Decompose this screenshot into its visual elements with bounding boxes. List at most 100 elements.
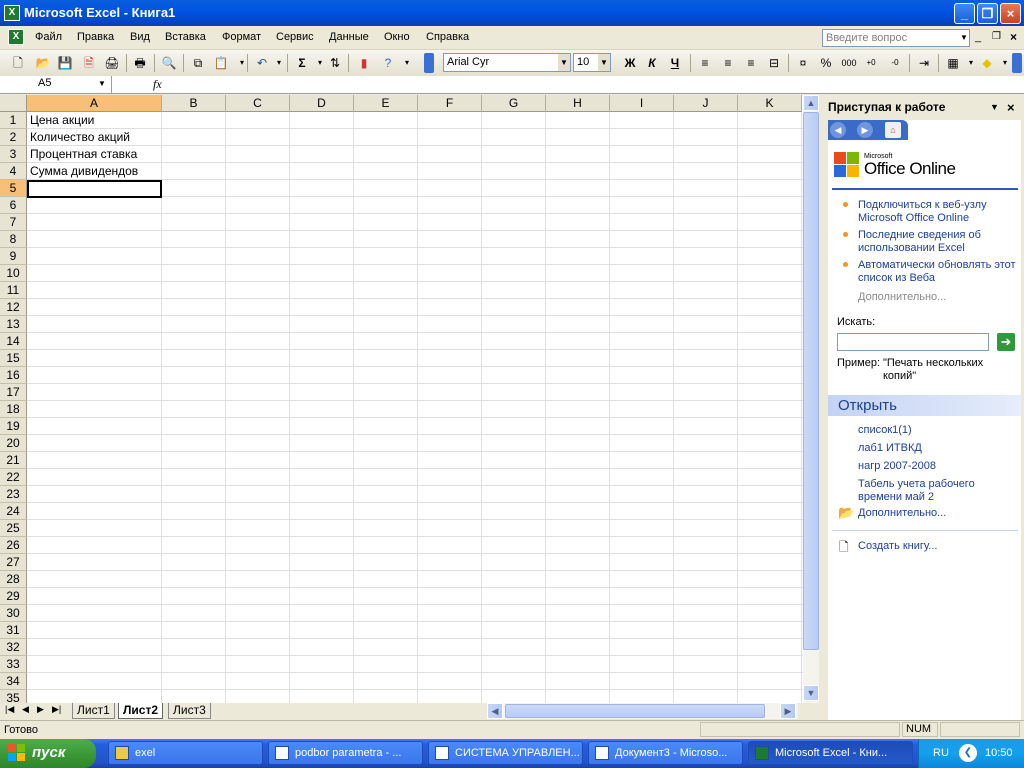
link-latest-news[interactable]: Последние сведения об использовании Exce… xyxy=(858,229,1018,255)
menu-tools[interactable]: Сервис xyxy=(276,31,314,43)
row-header-33[interactable]: 33 xyxy=(0,656,27,673)
menu-view[interactable]: Вид xyxy=(130,31,150,43)
indent-icon[interactable]: ⇥ xyxy=(915,54,933,72)
doc-close-button[interactable]: × xyxy=(1010,30,1017,44)
cell-a3[interactable]: Процентная ставка xyxy=(30,146,137,163)
name-box[interactable]: A5 xyxy=(0,76,112,93)
toolbar-options-icon[interactable] xyxy=(424,53,434,73)
open-more-link[interactable]: Дополнительно... xyxy=(858,507,946,520)
row-header-9[interactable]: 9 xyxy=(0,248,27,265)
row-header-17[interactable]: 17 xyxy=(0,384,27,401)
last-sheet-icon[interactable]: ▶| xyxy=(52,704,61,715)
chevron-down-icon[interactable]: ▼ xyxy=(990,102,999,112)
new-icon[interactable]: 🗋 xyxy=(9,54,27,72)
currency-icon[interactable]: ¤ xyxy=(794,54,812,72)
start-button[interactable]: пуск xyxy=(0,739,96,768)
row-header-23[interactable]: 23 xyxy=(0,486,27,503)
chevron-down-icon[interactable]: ▼ xyxy=(558,54,570,71)
column-header-h[interactable]: H xyxy=(546,95,610,112)
search-go-button[interactable]: ➜ xyxy=(997,333,1015,351)
column-header-a[interactable]: A xyxy=(27,95,162,112)
restore-button[interactable]: ❐ xyxy=(977,3,998,24)
thousands-button[interactable]: 000 xyxy=(838,54,860,72)
chevron-down-icon[interactable]: ▼ xyxy=(98,79,106,88)
close-button[interactable]: × xyxy=(1000,3,1021,24)
column-header-g[interactable]: G xyxy=(482,95,546,112)
select-all-corner[interactable] xyxy=(0,95,27,112)
sort-icon[interactable]: ⇅ xyxy=(326,54,344,72)
chevron-down-icon[interactable]: ▼ xyxy=(598,54,610,71)
scroll-left-icon[interactable]: ◀ xyxy=(487,703,503,719)
menu-window[interactable]: Окно xyxy=(384,31,410,43)
sheet-tab-1[interactable]: Лист1 xyxy=(72,703,115,719)
row-header-8[interactable]: 8 xyxy=(0,231,27,248)
row-header-24[interactable]: 24 xyxy=(0,503,27,520)
row-header-12[interactable]: 12 xyxy=(0,299,27,316)
menu-file[interactable]: Файл xyxy=(35,31,62,43)
insert-function-icon[interactable]: fx xyxy=(153,77,167,93)
cell-a4[interactable]: Сумма дивидендов xyxy=(30,163,138,180)
row-header-19[interactable]: 19 xyxy=(0,418,27,435)
column-header-k[interactable]: K xyxy=(738,95,802,112)
italic-button[interactable]: К xyxy=(643,54,661,72)
row-header-6[interactable]: 6 xyxy=(0,197,27,214)
menu-insert[interactable]: Вставка xyxy=(165,31,206,43)
search-input[interactable] xyxy=(837,333,989,351)
row-header-22[interactable]: 22 xyxy=(0,469,27,486)
row-header-3[interactable]: 3 xyxy=(0,146,27,163)
row-header-26[interactable]: 26 xyxy=(0,537,27,554)
menu-data[interactable]: Данные xyxy=(329,31,369,43)
row-header-30[interactable]: 30 xyxy=(0,605,27,622)
column-header-f[interactable]: F xyxy=(418,95,482,112)
row-header-34[interactable]: 34 xyxy=(0,673,27,690)
chart-wizard-icon[interactable]: ▮ xyxy=(355,54,373,72)
task-excel[interactable]: Microsoft Excel - Кни... xyxy=(748,741,913,765)
row-header-5[interactable]: 5 xyxy=(0,180,27,197)
worksheet-grid[interactable]: A B C D E F G H I J K 1 2 3 4 5 6 7 8 9 10 11 12 13 14 15 16 17 18 19… xyxy=(0,95,803,703)
bold-button[interactable]: Ж xyxy=(621,54,639,72)
recent-file-4[interactable]: Табель учета рабочего времени май 2 xyxy=(858,478,1008,504)
autosum-button[interactable]: Σ xyxy=(293,54,311,72)
row-header-10[interactable]: 10 xyxy=(0,265,27,282)
scroll-right-icon[interactable]: ▶ xyxy=(780,703,796,719)
row-header-15[interactable]: 15 xyxy=(0,350,27,367)
row-header-25[interactable]: 25 xyxy=(0,520,27,537)
recent-file-2[interactable]: лаб1 ИТВКД xyxy=(858,442,922,455)
toolbar-options-icon[interactable] xyxy=(1012,53,1022,73)
task-sistema[interactable]: СИСТЕМА УПРАВЛЕН... xyxy=(428,741,583,765)
font-name-combo[interactable]: Arial Cyr xyxy=(443,53,571,72)
excel-app-icon[interactable]: X xyxy=(4,5,20,21)
percent-button[interactable]: % xyxy=(817,54,835,72)
question-input[interactable]: Введите вопрос xyxy=(822,29,970,47)
row-header-31[interactable]: 31 xyxy=(0,622,27,639)
column-header-e[interactable]: E xyxy=(354,95,418,112)
menu-edit[interactable]: Правка xyxy=(77,31,114,43)
row-header-14[interactable]: 14 xyxy=(0,333,27,350)
fill-color-icon[interactable]: ◆ xyxy=(978,54,996,72)
merge-center-icon[interactable]: ⊟ xyxy=(765,54,783,72)
language-indicator[interactable]: RU xyxy=(933,747,949,759)
row-header-27[interactable]: 27 xyxy=(0,554,27,571)
research-icon[interactable]: 🔍 xyxy=(160,54,178,72)
print-preview-icon[interactable]: 🖨 xyxy=(103,54,121,72)
chevron-left-icon[interactable]: ❮ xyxy=(959,744,977,762)
column-header-i[interactable]: I xyxy=(610,95,674,112)
row-header-11[interactable]: 11 xyxy=(0,282,27,299)
prev-sheet-icon[interactable]: ◀ xyxy=(22,704,29,715)
cell-a1[interactable]: Цена акции xyxy=(30,112,94,129)
column-header-d[interactable]: D xyxy=(290,95,354,112)
decrease-decimal-icon[interactable]: -0 xyxy=(886,54,904,72)
back-icon[interactable]: ◀ xyxy=(830,122,846,138)
chevron-down-icon[interactable]: ▾ xyxy=(270,54,288,72)
forward-icon[interactable]: ▶ xyxy=(857,122,873,138)
horizontal-scroll-thumb[interactable] xyxy=(505,704,765,718)
create-workbook-link[interactable]: Создать книгу... xyxy=(858,540,937,553)
column-header-c[interactable]: C xyxy=(226,95,290,112)
minimize-button[interactable]: _ xyxy=(954,3,975,24)
vertical-scroll-thumb[interactable] xyxy=(803,112,819,650)
sheet-tab-3[interactable]: Лист3 xyxy=(168,703,211,719)
chevron-down-icon[interactable]: ▼ xyxy=(958,29,970,47)
task-document3[interactable]: Документ3 - Microso... xyxy=(588,741,743,765)
row-header-2[interactable]: 2 xyxy=(0,129,27,146)
next-sheet-icon[interactable]: ▶ xyxy=(37,704,44,715)
